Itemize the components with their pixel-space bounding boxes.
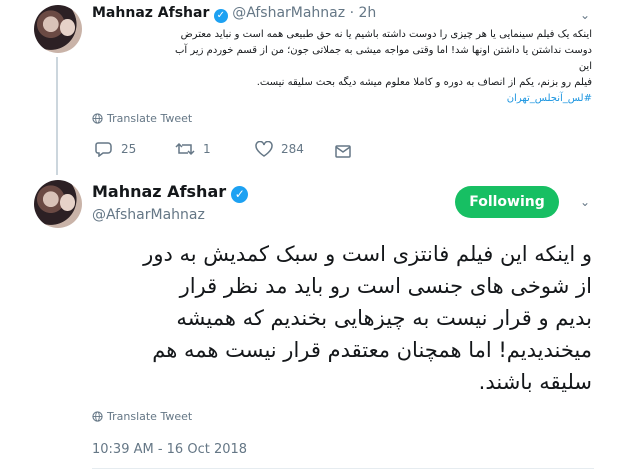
- user-handle[interactable]: @AfsharMahnaz: [92, 207, 205, 223]
- reply-tweet-header: Mahnaz Afshar ✓ @AfsharMahnaz · 2h: [92, 5, 376, 23]
- retweet-action[interactable]: 1: [175, 141, 211, 157]
- user-handle[interactable]: @AfsharMahnaz: [232, 5, 345, 21]
- thread-connector-line: [56, 57, 58, 175]
- tweet-text-line: اینکه یک فیلم سینمایی یا هر چیزی را دوست…: [180, 29, 592, 40]
- avatar[interactable]: [34, 5, 82, 53]
- main-tweet-header: Mahnaz Afshar ✓: [92, 182, 249, 203]
- heart-icon: [255, 141, 273, 157]
- chevron-down-icon[interactable]: ⌄: [580, 8, 590, 22]
- avatar[interactable]: [34, 180, 82, 228]
- tweet-text-line: فیلم رو بزنم، یکم از انصاف به دوره و کام…: [256, 77, 592, 88]
- reply-action[interactable]: 25: [95, 141, 136, 157]
- reply-tweet-text: اینکه یک فیلم سینمایی یا هر چیزی را دوست…: [160, 27, 592, 107]
- translate-label[interactable]: Translate Tweet: [107, 112, 192, 125]
- chevron-down-icon[interactable]: ⌄: [580, 195, 590, 209]
- like-count: 284: [281, 142, 304, 156]
- display-name[interactable]: Mahnaz Afshar: [92, 182, 226, 201]
- display-name[interactable]: Mahnaz Afshar: [92, 5, 209, 21]
- tweet-text-line: بدیم و قرار نیست به چیزهایی بخندیم که هم…: [176, 306, 592, 330]
- separator: ·: [349, 5, 355, 21]
- reply-icon: [95, 142, 112, 157]
- retweet-icon: [175, 142, 195, 156]
- reply-count: 25: [121, 142, 137, 156]
- translate-tweet-link[interactable]: Translate Tweet: [92, 410, 192, 423]
- tweet-timestamp[interactable]: 10:39 AM - 16 Oct 2018: [92, 442, 247, 457]
- envelope-icon: [335, 145, 351, 158]
- verified-badge-icon: ✓: [231, 186, 249, 203]
- like-action[interactable]: 284: [255, 141, 304, 157]
- main-tweet-text: و اینکه این فیلم فانتزی است و سبک کمدیش …: [80, 238, 592, 398]
- globe-icon: [92, 411, 103, 422]
- direct-message-action[interactable]: [335, 143, 351, 162]
- translate-tweet-link[interactable]: Translate Tweet: [92, 112, 192, 125]
- hashtag-link[interactable]: #لس_آنجلس_تهران: [160, 91, 592, 107]
- tweet-text-line: میخندیدیم! اما همچنان معتقدم قرار نیست ه…: [152, 338, 592, 362]
- tweet-text-line: دوست نداشتن یا داشتن اونها شد! اما وقتی …: [174, 45, 592, 72]
- verified-badge-icon: ✓: [213, 9, 228, 23]
- divider: [92, 468, 594, 469]
- tweet-text-line: از شوخی های جنسی است رو باید مد نظر قرار: [179, 274, 592, 298]
- globe-icon: [92, 113, 103, 124]
- following-button[interactable]: Following: [455, 186, 559, 218]
- retweet-count: 1: [203, 142, 211, 156]
- time-ago[interactable]: 2h: [358, 5, 376, 21]
- tweet-text-line: و اینکه این فیلم فانتزی است و سبک کمدیش …: [143, 242, 592, 266]
- tweet-text-line: سلیقه باشند.: [478, 370, 592, 394]
- translate-label[interactable]: Translate Tweet: [107, 410, 192, 423]
